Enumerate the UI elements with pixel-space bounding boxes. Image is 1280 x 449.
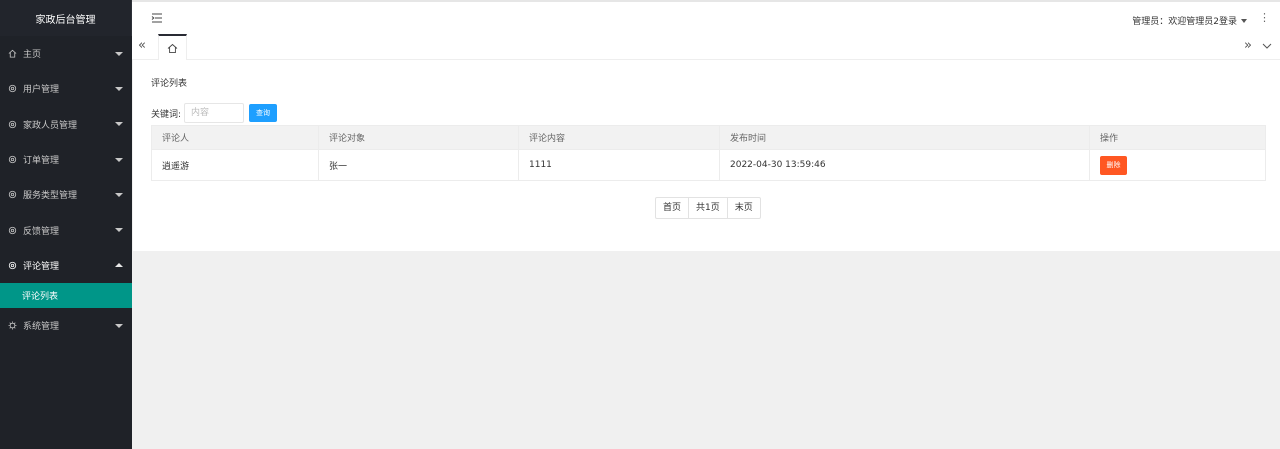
table-row: 逍遥游 张一 1111 2022-04-30 13:59:46 删除 (151, 149, 1266, 181)
column-header: 评论内容 (518, 125, 720, 150)
search-input[interactable] (184, 103, 245, 123)
table-header-row: 评论人 评论对象 评论内容 发布时间 操作 (151, 125, 1266, 150)
sidebar-item-label: 系统管理 (23, 322, 60, 333)
cell-action: 删除 (1089, 149, 1266, 181)
page-title: 评论列表 (151, 79, 188, 89)
chevron-down-icon (115, 157, 123, 162)
chevron-down-icon (115, 228, 123, 233)
pagination: 首页 共1页 末页 (655, 197, 761, 219)
chevron-up-icon (115, 263, 123, 268)
sidebar-item-system[interactable]: 系统管理 (0, 308, 132, 343)
double-chevron-left-icon[interactable]: « (138, 38, 146, 54)
admin-label: 管理员：欢迎管理员2登录 (1132, 17, 1237, 27)
pagination-last[interactable]: 末页 (728, 198, 760, 218)
sidebar-item-feedback[interactable]: 反馈管理 (0, 212, 132, 247)
gear-icon (7, 155, 17, 165)
comments-table: 评论人 评论对象 评论内容 发布时间 操作 逍遥游 张一 1111 2022-0… (151, 125, 1266, 181)
gear-icon (7, 84, 17, 94)
chevron-down-icon (115, 192, 123, 197)
chevron-down-icon[interactable] (1261, 40, 1273, 52)
chevron-down-icon (115, 51, 123, 56)
sidebar-item-label: 主页 (23, 50, 42, 61)
pagination-first[interactable]: 首页 (656, 198, 690, 218)
settings-icon (7, 321, 17, 331)
cell-time: 2022-04-30 13:59:46 (719, 149, 1090, 181)
search-button[interactable]: 查询 (249, 104, 278, 122)
gear-icon (7, 260, 17, 270)
admin-menu[interactable]: 管理员：欢迎管理员2登录 (1132, 14, 1247, 27)
content-panel: 评论列表 关键词: 查询 评论人 评论对象 评论内容 发布时间 操作 逍遥游 张… (133, 60, 1280, 251)
sidebar-item-home[interactable]: 主页 (0, 36, 132, 71)
cell-commenter: 逍遥游 (151, 149, 319, 181)
column-header: 操作 (1089, 125, 1266, 150)
gear-icon (7, 225, 17, 235)
sidebar-item-label: 服务类型管理 (23, 191, 78, 202)
search-bar: 关键词: 查询 (151, 103, 278, 123)
column-header: 评论对象 (318, 125, 519, 150)
more-vertical-icon[interactable]: ⋮ (1259, 12, 1270, 24)
sidebar: 家政后台管理 主页 用户管理 家政人员管理 订单管理 服务类型管理 反馈管理 评… (0, 0, 132, 449)
app-logo-title: 家政后台管理 (0, 0, 132, 36)
sidebar-item-label: 反馈管理 (23, 226, 60, 237)
tab-home[interactable] (158, 34, 187, 60)
gear-icon (7, 190, 17, 200)
sidebar-item-orders[interactable]: 订单管理 (0, 142, 132, 177)
sidebar-item-label: 评论管理 (23, 261, 60, 272)
sidebar-item-service-types[interactable]: 服务类型管理 (0, 177, 132, 212)
column-header: 发布时间 (719, 125, 1090, 150)
sidebar-item-label: 订单管理 (23, 156, 60, 167)
tab-bar: « » (132, 34, 1280, 60)
sidebar-item-housekeepers[interactable]: 家政人员管理 (0, 107, 132, 142)
top-header: 管理员：欢迎管理员2登录 ⋮ (132, 0, 1280, 34)
sidebar-item-label: 用户管理 (23, 85, 60, 96)
gear-icon (7, 119, 17, 129)
chevron-down-icon (1241, 18, 1247, 23)
home-icon (7, 49, 17, 59)
cell-content: 1111 (518, 149, 720, 181)
double-chevron-right-icon[interactable]: » (1244, 38, 1252, 54)
delete-button[interactable]: 删除 (1100, 155, 1127, 175)
sidebar-item-users[interactable]: 用户管理 (0, 71, 132, 106)
chevron-down-icon (115, 323, 123, 328)
column-header: 评论人 (151, 125, 319, 150)
home-icon (167, 43, 178, 53)
menu-toggle-icon[interactable] (151, 12, 163, 24)
chevron-down-icon (115, 86, 123, 91)
cell-target: 张一 (318, 149, 519, 181)
chevron-down-icon (115, 122, 123, 127)
sidebar-item-comments[interactable]: 评论管理 (0, 248, 132, 283)
sidebar-subitem-comment-list[interactable]: 评论列表 (0, 283, 132, 309)
sidebar-item-label: 家政人员管理 (23, 120, 78, 131)
pagination-total: 共1页 (689, 198, 728, 218)
search-label: 关键词: (151, 109, 182, 120)
